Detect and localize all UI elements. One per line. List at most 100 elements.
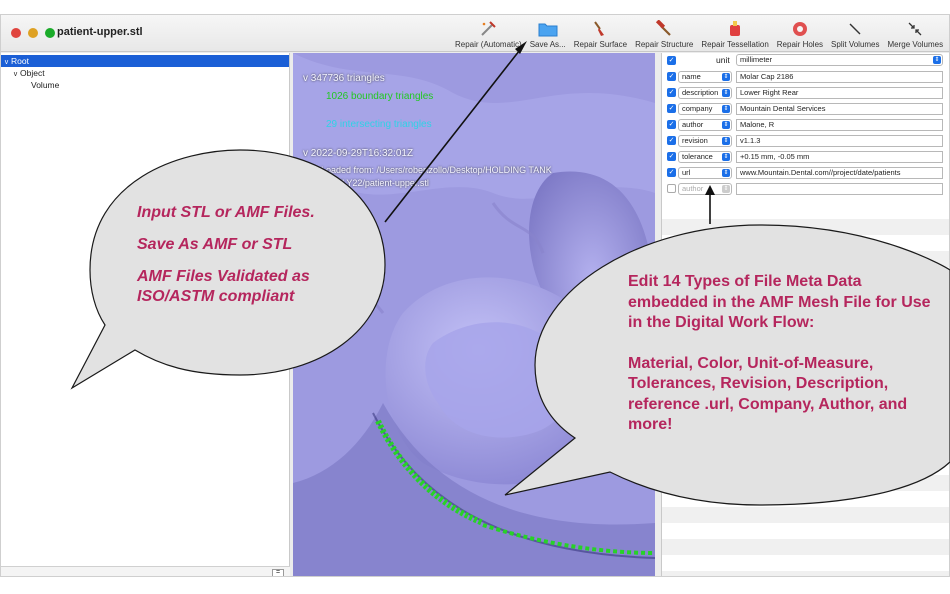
- brush-icon: [589, 19, 611, 39]
- value-field[interactable]: +0.15 mm, -0.05 mm: [736, 151, 943, 163]
- zoom-button[interactable]: [45, 28, 55, 38]
- key-label: author: [682, 120, 704, 129]
- loaded-from-line1: Loaded from: /Users/robertzollo/Desktop/…: [321, 165, 552, 175]
- collapse-button[interactable]: =: [272, 569, 284, 576]
- value-field[interactable]: Molar Cap 2186: [736, 71, 943, 83]
- tree-item-root[interactable]: v Root: [1, 55, 289, 67]
- save-as-button[interactable]: Save As...: [526, 19, 570, 49]
- row-checkbox[interactable]: ✓: [667, 104, 676, 113]
- collapse-chevron-icon[interactable]: v: [303, 148, 308, 159]
- meta-row-author-new: author ⇕: [662, 181, 949, 197]
- file-timestamp: v 2022-09-29T16:32:01Z: [303, 148, 413, 159]
- title-bar: patient-upper.stl Repair (Automatic) Sav…: [1, 15, 949, 52]
- key-label: author: [682, 184, 704, 193]
- value-field[interactable]: Lower Right Rear: [736, 87, 943, 99]
- repair-surface-button[interactable]: Repair Surface: [570, 19, 631, 49]
- chevron-updown-icon: ⇕: [722, 105, 730, 113]
- chevron-updown-icon: ⇕: [722, 137, 730, 145]
- row-checkbox[interactable]: ✓: [667, 168, 676, 177]
- meta-row-name: ✓ name ⇕ Molar Cap 2186: [662, 69, 949, 85]
- key-label: company: [682, 104, 713, 113]
- chevron-updown-icon: ⇕: [722, 169, 730, 177]
- meta-row-author: ✓ author ⇕ Malone, R: [662, 117, 949, 133]
- window-controls: [11, 28, 55, 38]
- tree-item-volume[interactable]: Volume: [1, 79, 289, 91]
- tool-label: Repair Tessellation: [701, 40, 769, 49]
- key-select[interactable]: description ⇕: [678, 87, 732, 99]
- key-select[interactable]: revision ⇕: [678, 135, 732, 147]
- value-field[interactable]: www.Mountain.Dental.com//project/date/pa…: [736, 167, 943, 179]
- row-checkbox[interactable]: ✓: [667, 136, 676, 145]
- value-field[interactable]: Mountain Dental Services: [736, 103, 943, 115]
- callout-right-para2: Material, Color, Unit-of-Measure, Tolera…: [628, 354, 908, 434]
- callout-right-text: Edit 14 Types of File Meta Data embedded…: [628, 272, 940, 456]
- repair-holes-button[interactable]: Repair Holes: [773, 19, 827, 49]
- chevron-updown-icon: ⇕: [722, 153, 730, 161]
- key-select[interactable]: company ⇕: [678, 103, 732, 115]
- toolbar: Repair (Automatic) Save As... Repair Sur…: [451, 19, 947, 49]
- triangle-count-label: 347736 triangles: [310, 73, 385, 84]
- tool-label: Split Volumes: [831, 40, 880, 49]
- tree-item-label: Root: [11, 56, 29, 66]
- meta-row-unit: ✓ unit millimeter ⇕: [662, 53, 949, 69]
- unit-label: unit: [716, 55, 730, 65]
- meta-row-tolerance: ✓ tolerance ⇕ +0.15 mm, -0.05 mm: [662, 149, 949, 165]
- collapse-chevron-icon[interactable]: v: [303, 73, 308, 84]
- chevron-down-icon[interactable]: v: [2, 57, 11, 69]
- chevron-updown-icon: ⇕: [722, 185, 730, 193]
- chevron-updown-icon: ⇕: [722, 89, 730, 97]
- repair-automatic-button[interactable]: Repair (Automatic): [451, 19, 526, 49]
- tree-item-object[interactable]: v Object: [1, 67, 289, 79]
- key-select[interactable]: url ⇕: [678, 167, 732, 179]
- tool-label: Merge Volumes: [887, 40, 944, 49]
- key-label: url: [682, 168, 691, 177]
- meta-row-description: ✓ description ⇕ Lower Right Rear: [662, 85, 949, 101]
- tree-item-label: Object: [20, 68, 45, 78]
- key-label: tolerance: [682, 152, 713, 161]
- tool-label: Save As...: [529, 40, 566, 49]
- key-label: description: [682, 88, 719, 97]
- tool-label: Repair (Automatic): [455, 40, 522, 49]
- value-field[interactable]: Malone, R: [736, 119, 943, 131]
- row-checkbox[interactable]: ✓: [667, 88, 676, 97]
- unit-select[interactable]: millimeter ⇕: [736, 54, 943, 66]
- value-field[interactable]: [736, 183, 943, 195]
- tape-icon: [789, 19, 811, 39]
- window-title: patient-upper.stl: [57, 26, 143, 38]
- merge-volumes-button[interactable]: Merge Volumes: [884, 19, 948, 49]
- key-select[interactable]: author ⇕: [678, 119, 732, 131]
- tool-label: Repair Holes: [776, 40, 824, 49]
- unit-checkbox[interactable]: ✓: [667, 56, 676, 65]
- tool-label: Repair Surface: [573, 40, 628, 49]
- row-checkbox[interactable]: ✓: [667, 152, 676, 161]
- callout-left-text: Input STL or AMF Files. Save As AMF or S…: [137, 203, 367, 319]
- repair-tessellation-button[interactable]: Repair Tessellation: [697, 19, 772, 49]
- key-label: revision: [682, 136, 708, 145]
- key-select[interactable]: author ⇕: [678, 183, 732, 195]
- minimize-button[interactable]: [28, 28, 38, 38]
- key-select[interactable]: tolerance ⇕: [678, 151, 732, 163]
- chevron-updown-icon: ⇕: [933, 56, 941, 64]
- boundary-count: 1026 boundary triangles: [326, 91, 434, 102]
- chevron-down-icon[interactable]: v: [11, 69, 20, 81]
- intersecting-count: 29 intersecting triangles: [326, 119, 432, 130]
- merge-icon: [904, 19, 926, 39]
- row-checkbox[interactable]: ✓: [667, 72, 676, 81]
- key-select[interactable]: name ⇕: [678, 71, 732, 83]
- row-checkbox[interactable]: ✓: [667, 120, 676, 129]
- close-button[interactable]: [11, 28, 21, 38]
- key-label: name: [682, 72, 701, 81]
- glue-icon: [724, 19, 746, 39]
- value-field[interactable]: v1.1.3: [736, 135, 943, 147]
- row-checkbox[interactable]: [667, 184, 676, 193]
- loaded-from-line2: 26JULY22/patient-upper.stl: [321, 178, 429, 188]
- chevron-updown-icon: ⇕: [722, 121, 730, 129]
- chevron-updown-icon: ⇕: [722, 73, 730, 81]
- triangle-count: v 347736 triangles: [303, 73, 385, 84]
- folder-icon: [537, 19, 559, 39]
- unit-value: millimeter: [740, 55, 773, 64]
- repair-wand-icon: [477, 19, 499, 39]
- repair-structure-button[interactable]: Repair Structure: [631, 19, 697, 49]
- meta-row-revision: ✓ revision ⇕ v1.1.3: [662, 133, 949, 149]
- split-volumes-button[interactable]: Split Volumes: [827, 19, 883, 49]
